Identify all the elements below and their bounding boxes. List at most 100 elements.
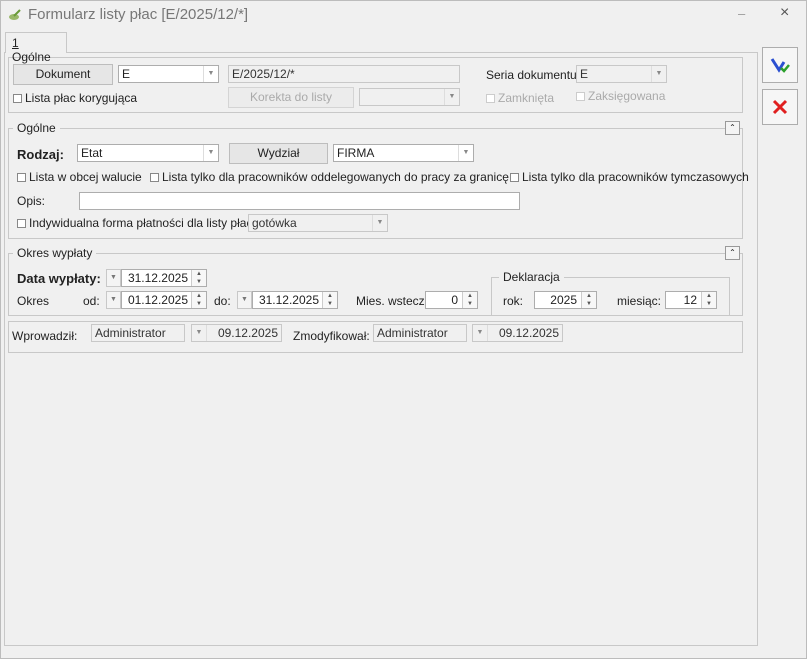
- korekta-combo: ▼: [359, 88, 460, 106]
- tab-number: 1: [12, 36, 19, 50]
- od-field: 01.12.2025 ▲ ▼: [121, 291, 207, 309]
- close-button[interactable]: ×: [780, 4, 789, 22]
- checkbox-icon: [576, 92, 585, 101]
- rok-spinner[interactable]: 2025 ▲ ▼: [534, 291, 597, 309]
- zmodyfikowal-user: Administrator: [373, 324, 467, 342]
- do-field: 31.12.2025 ▲ ▼: [252, 291, 338, 309]
- data-wyplaty-picker[interactable]: ▼ 31.12.2025 ▲ ▼: [106, 269, 207, 287]
- tab-ogolne[interactable]: 1 Ogólne: [5, 32, 67, 64]
- seria-label: Seria dokumentu:: [486, 68, 581, 82]
- korygujaca-label: Lista płac korygująca: [25, 91, 138, 105]
- checkbox-icon: [150, 173, 159, 182]
- opis-label: Opis:: [17, 194, 46, 208]
- data-wyplaty-field: 31.12.2025 ▲ ▼: [121, 269, 207, 287]
- od-picker[interactable]: ▼ 01.12.2025 ▲ ▼: [106, 291, 207, 309]
- rok-value: 2025: [550, 293, 577, 307]
- oddelegowani-label: Lista tylko dla pracowników oddelegowany…: [162, 170, 509, 184]
- wprowadzil-label: Wprowadził:: [12, 329, 78, 343]
- okres-title: Okres wypłaty: [13, 246, 97, 260]
- cancel-button[interactable]: [762, 89, 798, 125]
- collapse-ogolne-button[interactable]: ⌃: [725, 121, 740, 135]
- data-wyplaty-value: 31.12.2025: [127, 271, 188, 285]
- symbol-value: E: [122, 67, 131, 81]
- miesiac-value: 12: [683, 293, 697, 307]
- mies-wstecz-spinner[interactable]: 0 ▲ ▼: [425, 291, 478, 309]
- opis-input[interactable]: [79, 192, 520, 210]
- chevron-down-icon: ▼: [651, 66, 666, 82]
- chevron-down-icon: ▼: [458, 145, 473, 161]
- seria-combo: E ▼: [576, 65, 667, 83]
- wprowadzil-date: ▼ 09.12.2025: [191, 324, 282, 342]
- rodzaj-label: Rodzaj:: [17, 147, 64, 162]
- red-x-icon: [772, 99, 788, 115]
- spinner-icon[interactable]: ▲ ▼: [462, 292, 477, 308]
- rodzaj-value: Etat: [81, 146, 103, 160]
- wydzial-button[interactable]: Wydział: [229, 143, 328, 164]
- rok-label: rok:: [503, 294, 524, 308]
- korekta-button: Korekta do listy: [228, 87, 354, 108]
- checkbox-icon: [486, 94, 495, 103]
- tymczasowi-label: Lista tylko dla pracowników tymczasowych: [522, 170, 749, 184]
- chevron-down-icon: ▼: [203, 66, 218, 82]
- chevron-down-icon: ▼: [203, 145, 218, 161]
- wprowadzil-date-value: 09.12.2025: [217, 326, 278, 340]
- dropdown-icon[interactable]: ▼: [106, 269, 121, 287]
- spinner-icon[interactable]: ▲ ▼: [581, 292, 596, 308]
- save-button[interactable]: [762, 47, 798, 83]
- spinner-icon[interactable]: ▲ ▼: [322, 292, 337, 308]
- platnosc-checkbox[interactable]: Indywidualna forma płatności dla listy p…: [17, 216, 256, 230]
- do-label: do:: [214, 294, 231, 308]
- spinner-icon[interactable]: ▲ ▼: [191, 270, 206, 286]
- minimize-button[interactable]: –: [738, 6, 745, 21]
- oddelegowani-checkbox[interactable]: Lista tylko dla pracowników oddelegowany…: [150, 170, 509, 184]
- wprowadzil-user: Administrator: [91, 324, 185, 342]
- tab-label: Ogólne: [12, 50, 51, 64]
- dropdown-icon: ▼: [192, 325, 207, 341]
- zmodyfikowal-date: ▼ 09.12.2025: [472, 324, 563, 342]
- checkbox-icon: [17, 173, 26, 182]
- zaksiegowana-checkbox: Zaksięgowana: [576, 89, 665, 103]
- collapse-okres-button[interactable]: ⌃: [725, 246, 740, 260]
- miesiac-label: miesiąc:: [617, 294, 662, 308]
- spinner-icon[interactable]: ▲ ▼: [701, 292, 716, 308]
- zmodyfikowal-label: Zmodyfikował:: [293, 329, 370, 343]
- zaksiegowana-label: Zaksięgowana: [588, 89, 666, 103]
- double-chevron-up-icon: ⌃: [729, 123, 736, 132]
- waluta-label: Lista w obcej walucie: [29, 170, 142, 184]
- do-picker[interactable]: ▼ 31.12.2025 ▲ ▼: [237, 291, 338, 309]
- double-chevron-up-icon: ⌃: [729, 248, 736, 257]
- chevron-down-icon: ▼: [372, 215, 387, 231]
- miesiac-spinner[interactable]: 12 ▲ ▼: [665, 291, 717, 309]
- app-icon: [8, 9, 22, 21]
- zmodyfikowal-date-value: 09.12.2025: [498, 326, 559, 340]
- seria-value: E: [580, 67, 589, 81]
- save-disk-icon: [770, 58, 790, 73]
- do-value: 31.12.2025: [258, 293, 319, 307]
- number-field: E/2025/12/*: [228, 65, 460, 83]
- zamknieta-label: Zamknięta: [498, 91, 555, 105]
- checkbox-icon: [13, 94, 22, 103]
- window-title: Formularz listy płac [E/2025/12/*]: [28, 6, 249, 23]
- mies-wstecz-value: 0: [451, 293, 458, 307]
- od-label: od:: [83, 294, 100, 308]
- symbol-combo[interactable]: E ▼: [118, 65, 219, 83]
- platnosc-value: gotówka: [252, 216, 297, 230]
- od-value: 01.12.2025: [127, 293, 188, 307]
- korygujaca-checkbox[interactable]: Lista płac korygująca: [13, 91, 137, 105]
- waluta-checkbox[interactable]: Lista w obcej walucie: [17, 170, 142, 184]
- dropdown-icon[interactable]: ▼: [237, 291, 252, 309]
- spinner-icon[interactable]: ▲ ▼: [191, 292, 206, 308]
- ogolne-title: Ogólne: [13, 121, 60, 135]
- okres-label: Okres: [17, 294, 50, 308]
- dokument-button[interactable]: Dokument: [13, 64, 113, 85]
- dropdown-icon[interactable]: ▼: [106, 291, 121, 309]
- deklaracja-title: Deklaracja: [499, 270, 564, 284]
- rodzaj-combo[interactable]: Etat ▼: [77, 144, 219, 162]
- platnosc-label: Indywidualna forma płatności dla listy p…: [29, 216, 256, 230]
- mies-wstecz-label: Mies. wstecz:: [356, 294, 429, 308]
- tymczasowi-checkbox[interactable]: Lista tylko dla pracowników tymczasowych: [510, 170, 749, 184]
- dropdown-icon: ▼: [473, 325, 488, 341]
- wydzial-combo[interactable]: FIRMA ▼: [333, 144, 474, 162]
- zamknieta-checkbox: Zamknięta: [486, 91, 554, 105]
- wydzial-value: FIRMA: [337, 146, 375, 160]
